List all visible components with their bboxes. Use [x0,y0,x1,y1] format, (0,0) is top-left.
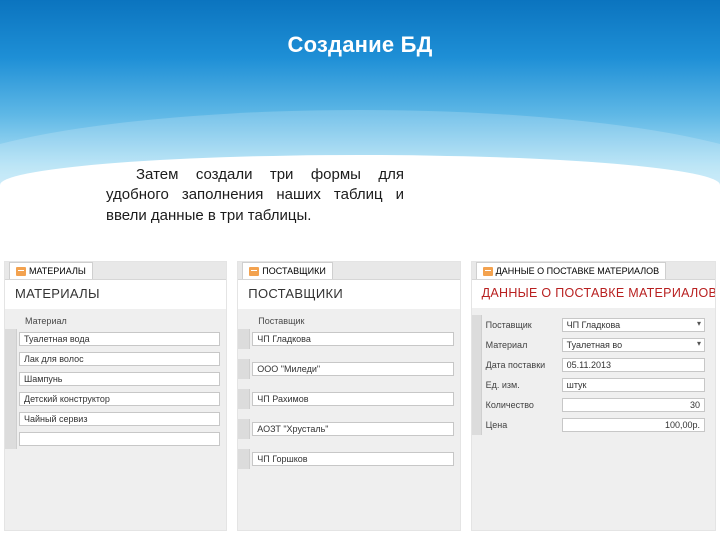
form-icon [16,267,26,276]
table-row [5,429,226,449]
cell[interactable]: АОЗТ "Хрусталь" [252,422,453,436]
material-combo[interactable]: Туалетная во [562,338,705,352]
table-row: Чайный сервиз [5,409,226,429]
form-icon [483,267,493,276]
form-body: Материал Туалетная вода Лак для волос Ша… [5,310,226,530]
field-material: Материал Туалетная во [482,335,715,355]
date-input[interactable]: 05.11.2013 [562,358,705,372]
table-row: Детский конструктор [5,389,226,409]
table-row: Шампунь [5,369,226,389]
cell[interactable]: Шампунь [19,372,220,386]
rows-materials: Туалетная вода Лак для волос Шампунь Дет… [5,329,226,449]
cell[interactable]: ООО "Миледи" [252,362,453,376]
tab-deliveries[interactable]: ДАННЫЕ О ПОСТАВКЕ МАТЕРИАЛОВ [476,262,667,279]
tab-label: ПОСТАВЩИКИ [262,266,326,276]
table-row: Туалетная вода [5,329,226,349]
field-price: Цена 100,00р. [482,415,715,435]
field-label: Материал [482,340,562,350]
table-row: АОЗТ "Хрусталь" [238,419,459,439]
field-unit: Ед. изм. штук [482,375,715,395]
quantity-input[interactable]: 30 [562,398,705,412]
form-body: Поставщик ЧП Гладкова Материал Туалетная… [472,309,715,530]
tab-suppliers[interactable]: ПОСТАВЩИКИ [242,262,333,279]
section-label: Материал [5,314,226,329]
cell[interactable]: Чайный сервиз [19,412,220,426]
body-paragraph-text: Затем создали три формы для удобного зап… [106,166,404,224]
tabbar: ДАННЫЕ О ПОСТАВКЕ МАТЕРИАЛОВ [472,262,715,280]
form-icon [249,267,259,276]
body-paragraph: Затем создали три формы для удобного зап… [106,165,404,226]
form-body: Поставщик ЧП Гладкова ООО "Миледи" ЧП Ра… [238,310,459,530]
field-date: Дата поставки 05.11.2013 [482,355,715,375]
price-input[interactable]: 100,00р. [562,418,705,432]
tab-label: ДАННЫЕ О ПОСТАВКЕ МАТЕРИАЛОВ [496,266,660,276]
slide: Создание БД Затем создали три формы для … [0,0,720,540]
field-label: Количество [482,400,562,410]
tabbar: МАТЕРИАЛЫ [5,262,226,280]
table-row: ООО "Миледи" [238,359,459,379]
unit-input[interactable]: штук [562,378,705,392]
field-label: Поставщик [482,320,562,330]
cell[interactable]: ЧП Горшков [252,452,453,466]
cell[interactable]: Детский конструктор [19,392,220,406]
table-row: ЧП Гладкова [238,329,459,349]
section-label: Поставщик [238,314,459,329]
slide-title: Создание БД [0,32,720,58]
form-header: МАТЕРИАЛЫ [5,280,226,310]
table-row: ЧП Горшков [238,449,459,469]
tab-materials[interactable]: МАТЕРИАЛЫ [9,262,93,279]
table-row: Лак для волос [5,349,226,369]
field-supplier: Поставщик ЧП Гладкова [482,315,715,335]
form-deliveries: ДАННЫЕ О ПОСТАВКЕ МАТЕРИАЛОВ ДАННЫЕ О ПО… [472,262,715,530]
cell[interactable]: Лак для волос [19,352,220,366]
table-row: ЧП Рахимов [238,389,459,409]
forms-row: МАТЕРИАЛЫ МАТЕРИАЛЫ Материал Туалетная в… [5,262,715,530]
cell[interactable] [19,432,220,446]
cell[interactable]: Туалетная вода [19,332,220,346]
form-header: ДАННЫЕ О ПОСТАВКЕ МАТЕРИАЛОВ [472,280,715,309]
field-label: Ед. изм. [482,380,562,390]
supplier-combo[interactable]: ЧП Гладкова [562,318,705,332]
tabbar: ПОСТАВЩИКИ [238,262,459,280]
rows-suppliers: ЧП Гладкова ООО "Миледи" ЧП Рахимов АОЗТ… [238,329,459,469]
tab-label: МАТЕРИАЛЫ [29,266,86,276]
form-header: ПОСТАВЩИКИ [238,280,459,310]
form-materials: МАТЕРИАЛЫ МАТЕРИАЛЫ Материал Туалетная в… [5,262,226,530]
form-suppliers: ПОСТАВЩИКИ ПОСТАВЩИКИ Поставщик ЧП Гладк… [238,262,459,530]
cell[interactable]: ЧП Рахимов [252,392,453,406]
field-label: Цена [482,420,562,430]
field-label: Дата поставки [482,360,562,370]
cell[interactable]: ЧП Гладкова [252,332,453,346]
field-quantity: Количество 30 [482,395,715,415]
